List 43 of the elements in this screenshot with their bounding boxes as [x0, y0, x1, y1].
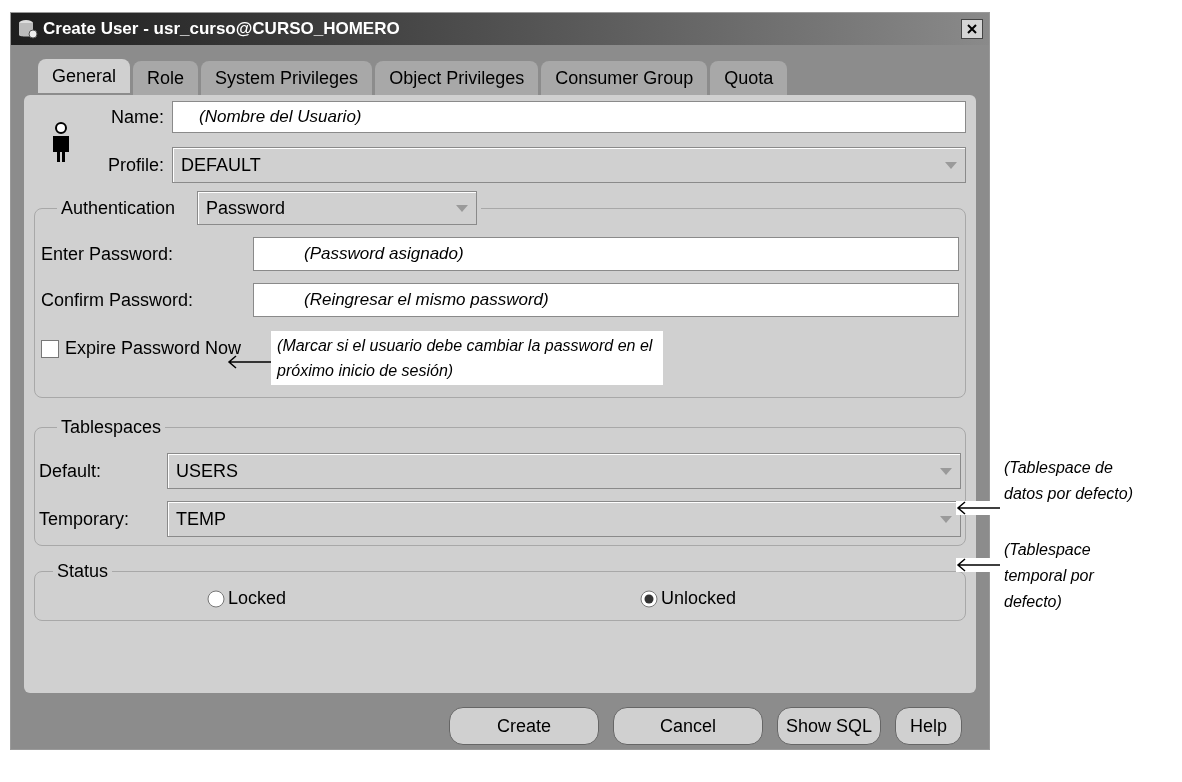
password-field[interactable]: (Reingresar el mismo password): [253, 283, 959, 317]
password-field[interactable]: (Password asignado): [253, 237, 959, 271]
radio-option[interactable]: Locked: [207, 585, 287, 612]
caret-icon: [945, 161, 957, 169]
caret-icon: [940, 467, 952, 475]
close-button[interactable]: [961, 19, 983, 39]
checkbox[interactable]: [41, 339, 59, 358]
arrow-icon: [227, 355, 272, 369]
caret-icon: [456, 204, 469, 212]
annotation-note: (Marcar si el usuario debe cambiar la password en el próximo inicio de sesión): [271, 331, 664, 385]
field-label: Confirm Password:: [41, 288, 195, 312]
group-label: Tablespaces: [61, 417, 162, 437]
caret-icon: [940, 515, 952, 523]
field-label: Temporary:: [39, 507, 131, 531]
checkbox-label: Expire Password Now: [65, 337, 242, 360]
tab[interactable]: System Privileges: [201, 61, 373, 95]
field-label: Default:: [39, 459, 103, 483]
profile-label: Profile:: [106, 153, 164, 177]
dialog-button[interactable]: Show SQL: [776, 707, 881, 745]
radio-option[interactable]: Unlocked: [640, 585, 737, 612]
user-icon: [52, 122, 70, 162]
authentication-dropdown[interactable]: Password: [197, 191, 478, 225]
tab[interactable]: Object Privileges: [375, 61, 539, 95]
arrow-icon: [956, 501, 1000, 515]
name-label: Name:: [110, 105, 164, 129]
tablespace-dropdown[interactable]: USERS: [167, 453, 961, 489]
group-label: Authentication: [61, 196, 176, 220]
name-field[interactable]: (Nombre del Usuario): [172, 101, 966, 133]
tablespace-dropdown[interactable]: TEMP: [167, 501, 961, 537]
window-title: Create User - usr_curso@CURSO_HOMERO: [43, 18, 401, 41]
tab[interactable]: Quota: [710, 61, 788, 95]
tab[interactable]: General: [38, 59, 131, 93]
close-icon: [967, 24, 977, 34]
tab[interactable]: Consumer Group: [541, 61, 708, 95]
tab[interactable]: Role: [133, 61, 199, 95]
field-label: Enter Password:: [41, 242, 175, 266]
database-icon: [17, 18, 39, 40]
dialog-button[interactable]: Create: [448, 707, 599, 745]
group-label: Status: [57, 561, 109, 581]
dialog-button[interactable]: Cancel: [612, 707, 763, 745]
arrow-icon: [956, 558, 1000, 572]
profile-dropdown[interactable]: DEFAULT: [172, 147, 966, 183]
dialog-button[interactable]: Help: [894, 707, 962, 745]
